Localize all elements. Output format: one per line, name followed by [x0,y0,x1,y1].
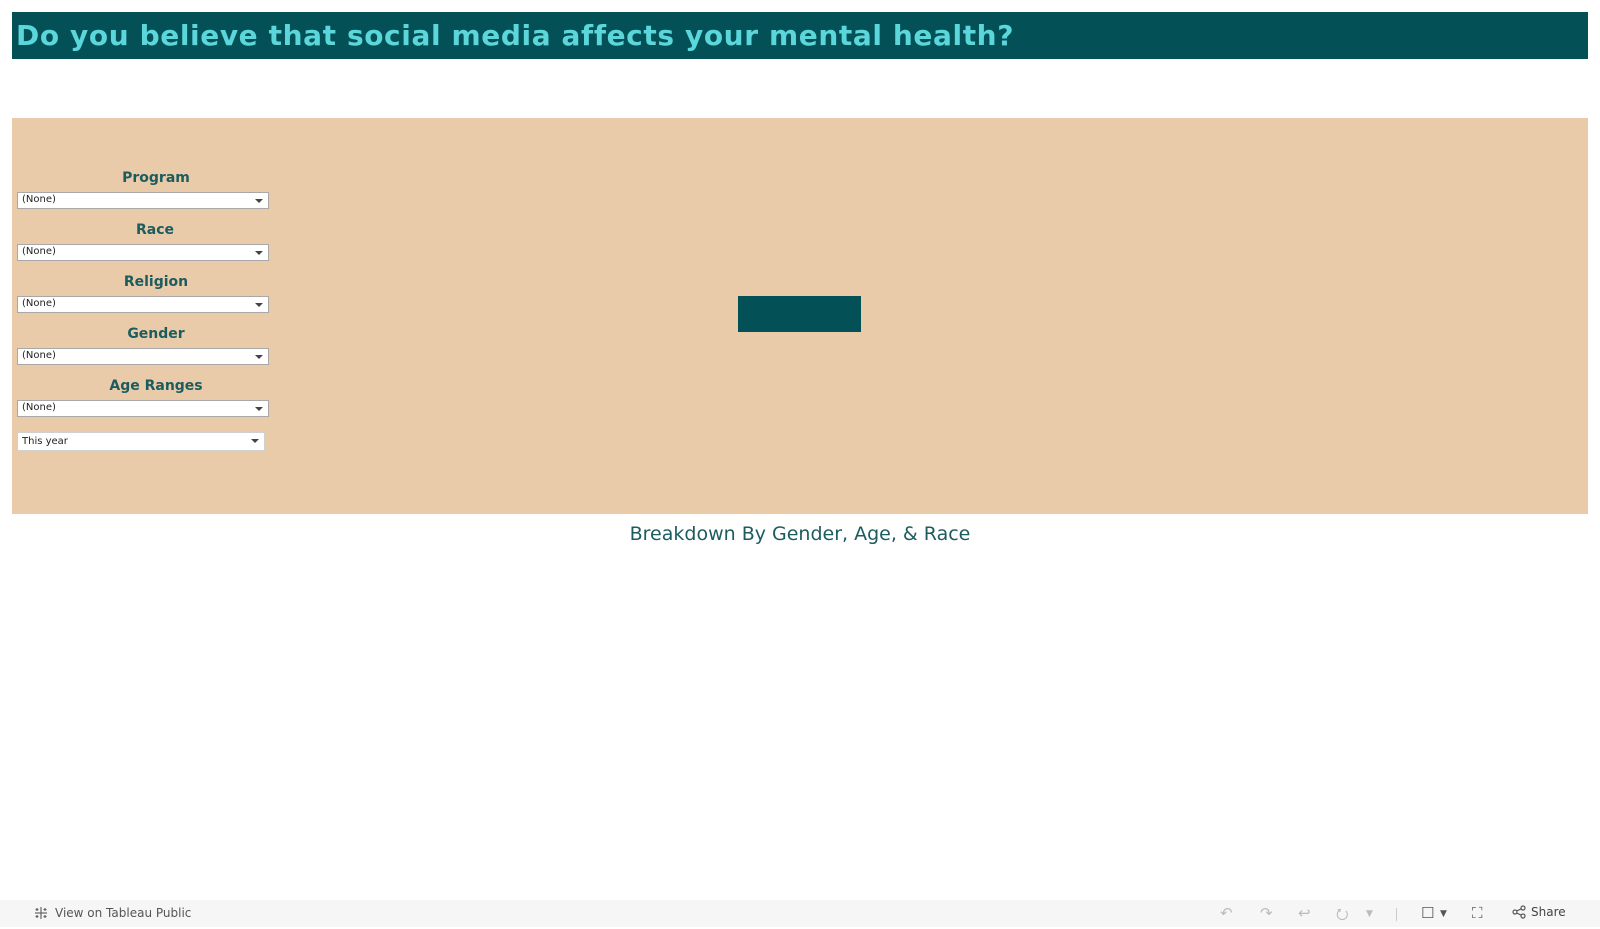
filter-panel: Program (None) Race (None) Religion (Non… [12,118,1588,514]
chevron-down-icon [255,199,263,203]
gender-dropdown[interactable]: (None) [17,348,269,365]
refresh-icon[interactable]: ⭮ [1336,904,1349,929]
race-dropdown-value: (None) [22,246,56,257]
date-range-dropdown[interactable]: This year [17,432,265,451]
filter-label-race: Race [135,222,175,238]
title-bar: Do you believe that social media affects… [12,12,1588,59]
age-ranges-dropdown-value: (None) [22,402,56,413]
tableau-toolbar: View on Tableau Public ↶ ↷ ↩ ⭮ ▼ ☐ ▼ ⛶ S… [0,900,1600,927]
breakdown-heading: Breakdown By Gender, Age, & Race [629,523,971,545]
view-on-tableau-label: View on Tableau Public [55,906,192,920]
fullscreen-icon[interactable]: ⛶ [1472,904,1483,922]
redo-icon[interactable]: ↷ [1260,904,1273,922]
download-icon[interactable]: ☐ [1421,904,1434,922]
chevron-down-icon [255,251,263,255]
toolbar-divider [1396,908,1397,921]
share-label: Share [1531,905,1566,919]
tableau-logo-icon [35,907,47,919]
chevron-down-icon [251,439,259,443]
share-button[interactable]: Share [1512,905,1566,919]
gender-dropdown-value: (None) [22,350,56,361]
dropdown-icon[interactable]: ▼ [1366,909,1373,919]
download-dropdown-icon[interactable]: ▼ [1440,909,1447,919]
revert-icon[interactable]: ↩ [1298,904,1311,922]
religion-dropdown[interactable]: (None) [17,296,269,313]
filter-label-age-ranges: Age Ranges [109,378,203,394]
filter-label-program: Program [122,170,190,186]
age-ranges-dropdown[interactable]: (None) [17,400,269,417]
filter-label-religion: Religion [123,274,189,290]
race-dropdown[interactable]: (None) [17,244,269,261]
filter-label-gender: Gender [127,326,185,342]
program-dropdown[interactable]: (None) [17,192,269,209]
share-icon [1512,905,1526,919]
view-on-tableau-link[interactable]: View on Tableau Public [33,905,191,921]
placeholder-visual-block [738,296,861,332]
program-dropdown-value: (None) [22,194,56,205]
chevron-down-icon [255,303,263,307]
chevron-down-icon [255,407,263,411]
page-title: Do you believe that social media affects… [16,19,1015,52]
religion-dropdown-value: (None) [22,298,56,309]
chevron-down-icon [255,355,263,359]
undo-icon[interactable]: ↶ [1220,904,1233,922]
date-range-dropdown-value: This year [22,436,68,447]
